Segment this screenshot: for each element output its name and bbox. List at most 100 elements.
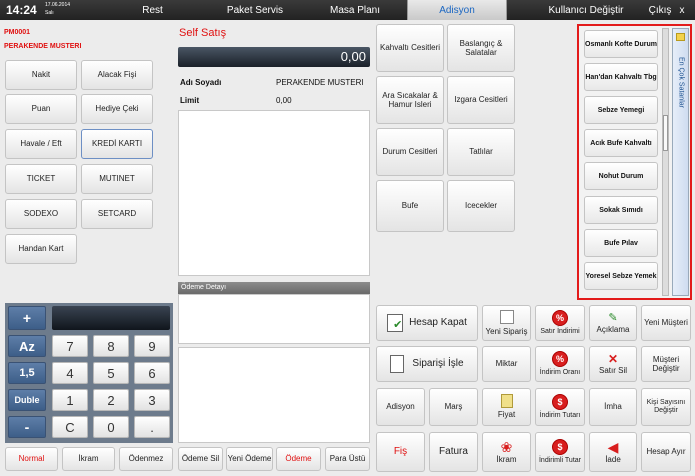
normal-button[interactable]: Normal: [5, 447, 58, 471]
name-value: PERAKENDE MUSTERI: [276, 78, 364, 87]
key-1[interactable]: 1: [52, 389, 88, 411]
user-change-button[interactable]: Kullanıcı Değiştir: [540, 0, 632, 20]
keypad-az[interactable]: Az: [8, 335, 46, 357]
close-icon[interactable]: x: [675, 0, 689, 20]
money-discount-icon: $: [552, 393, 568, 410]
best-seller-item[interactable]: Acık Bufe Kahvaltı: [584, 129, 658, 157]
tab-adisyon[interactable]: Adisyon: [407, 0, 507, 20]
mars-button[interactable]: Marş: [429, 388, 478, 426]
ikram-mode-button[interactable]: İkram: [62, 447, 115, 471]
yeni-siparis-label: Yeni Sipariş: [485, 326, 528, 336]
key-3[interactable]: 3: [134, 389, 170, 411]
key-decimal[interactable]: .: [134, 416, 170, 438]
yeni-siparis-button[interactable]: Yeni Sipariş: [482, 305, 531, 341]
fis-button[interactable]: Fiş: [376, 432, 425, 472]
fatura-button[interactable]: Fatura: [429, 432, 478, 472]
satir-sil-button[interactable]: ✕ Satır Sil: [589, 346, 637, 382]
payment-detail-list[interactable]: [178, 294, 370, 344]
key-9[interactable]: 9: [134, 335, 170, 357]
kisi-sayisi-button[interactable]: Kişi Sayısını Değiştir: [641, 388, 691, 426]
hesap-kapat-label: Hesap Kapat: [409, 317, 467, 329]
key-8[interactable]: 8: [93, 335, 129, 357]
best-seller-item[interactable]: Yoresel Sebze Yemek: [584, 262, 658, 290]
key-2[interactable]: 2: [93, 389, 129, 411]
tab-masa-plani[interactable]: Masa Planı: [305, 0, 405, 20]
best-sellers-side-tab[interactable]: En Çok Satanlar: [672, 28, 689, 296]
best-seller-item[interactable]: Osmanlı Kofte Durum: [584, 30, 658, 58]
pay-alacak-fisi-button[interactable]: Alacak Fişi: [81, 60, 153, 90]
siparisi-isle-button[interactable]: Siparişi İşle: [376, 346, 478, 382]
category-icecekler[interactable]: Icecekler: [447, 180, 515, 232]
ikram-button[interactable]: ❀ İkram: [482, 432, 531, 472]
pay-kredi-karti-button[interactable]: KREDİ KARTI: [81, 129, 153, 159]
fiyat-button[interactable]: Fiyat: [482, 388, 531, 426]
pay-havale-button[interactable]: Havale / Eft: [5, 129, 77, 159]
satir-indirimi-label: Satır İndirimi: [540, 327, 580, 335]
key-clear[interactable]: C: [52, 416, 88, 438]
pay-hediye-ceki-button[interactable]: Hediye Çeki: [81, 94, 153, 124]
indirim-orani-button[interactable]: % İndirim Oranı: [535, 346, 585, 382]
odeme-button[interactable]: Ödeme: [276, 447, 321, 471]
indirim-tutari-button[interactable]: $ İndirim Tutarı: [535, 388, 585, 426]
category-tatlilar[interactable]: Tatlılar: [447, 128, 515, 176]
exit-button[interactable]: Çıkış: [645, 0, 675, 20]
musteri-degistir-button[interactable]: Müşteri Değiştir: [641, 346, 691, 382]
aciklama-button[interactable]: ✎ Açıklama: [589, 305, 637, 341]
best-seller-item[interactable]: Nohut Durum: [584, 162, 658, 190]
clock: 14:24: [6, 3, 37, 17]
key-4[interactable]: 4: [52, 362, 88, 384]
best-seller-item[interactable]: Bufe Pılav: [584, 229, 658, 257]
pay-handan-kart-button[interactable]: Handan Kart: [5, 234, 77, 264]
comment-icon: ✎: [608, 312, 618, 325]
order-list[interactable]: [178, 110, 370, 276]
key-0[interactable]: 0: [93, 416, 129, 438]
pay-sodexo-button[interactable]: SODEXO: [5, 199, 77, 229]
clipboard-check-icon: ✔: [387, 314, 404, 332]
iade-button[interactable]: ◀ İade: [589, 432, 637, 472]
scrollbar-thumb[interactable]: [663, 115, 668, 151]
pay-setcard-button[interactable]: SETCARD: [81, 199, 153, 229]
keypad-display: [52, 306, 170, 330]
pay-nakit-button[interactable]: Nakit: [5, 60, 77, 90]
key-5[interactable]: 5: [93, 362, 129, 384]
pay-mutinet-button[interactable]: MUTINET: [81, 164, 153, 194]
adisyon-button[interactable]: Adisyon: [376, 388, 425, 426]
keypad-qty-button[interactable]: 1,5: [8, 362, 46, 384]
key-7[interactable]: 7: [52, 335, 88, 357]
imha-button[interactable]: İmha: [589, 388, 637, 426]
tab-rest[interactable]: Rest: [100, 0, 205, 20]
para-ustu-button[interactable]: Para Üstü: [325, 447, 370, 471]
category-durum[interactable]: Durum Cesitleri: [376, 128, 444, 176]
odenmez-button[interactable]: Ödenmez: [119, 447, 173, 471]
satir-indirimi-button[interactable]: % Satır İndirimi: [535, 305, 585, 341]
pay-puan-button[interactable]: Puan: [5, 94, 77, 124]
gift-bow-icon: ❀: [500, 439, 513, 456]
key-6[interactable]: 6: [134, 362, 170, 384]
best-sellers-scrollbar[interactable]: [662, 28, 669, 296]
siparisi-isle-label: Siparişi İşle: [412, 358, 464, 370]
price-tag-icon: [500, 394, 513, 409]
miktar-button[interactable]: Miktar: [482, 346, 531, 382]
keypad-minus[interactable]: -: [8, 416, 46, 438]
yeni-odeme-button[interactable]: Yeni Ödeme: [226, 447, 273, 471]
best-seller-item[interactable]: Sokak Sımıdı: [584, 196, 658, 224]
top-bar: 14:24 17.06.2014 Salı Rest Paket Servis …: [0, 0, 695, 20]
category-ara-sicaklar[interactable]: Ara Sıcakalar & Hamur Isleri: [376, 76, 444, 124]
keypad-duble[interactable]: Duble: [8, 389, 46, 411]
best-seller-item[interactable]: Sebze Yemegi: [584, 96, 658, 124]
yeni-musteri-button[interactable]: Yeni Müşteri: [641, 305, 691, 341]
best-seller-item[interactable]: Han'dan Kahvaltı Tbg: [584, 63, 658, 91]
total-amount-display: 0,00: [178, 47, 370, 67]
pay-ticket-button[interactable]: TICKET: [5, 164, 77, 194]
category-baslangic[interactable]: Baslangıç & Salatalar: [447, 24, 515, 72]
hesap-ayir-button[interactable]: Hesap Ayır: [641, 432, 691, 472]
category-kahvalti[interactable]: Kahvaltı Cesitleri: [376, 24, 444, 72]
payment-summary-area[interactable]: [178, 347, 370, 443]
hesap-kapat-button[interactable]: ✔ Hesap Kapat: [376, 305, 478, 341]
category-izgara[interactable]: Izgara Cesitleri: [447, 76, 515, 124]
keypad-plus[interactable]: +: [8, 306, 46, 330]
indirimli-tutar-button[interactable]: $ İndirimli Tutar: [535, 432, 585, 472]
category-bufe[interactable]: Bufe: [376, 180, 444, 232]
odeme-sil-button[interactable]: Ödeme Sil: [178, 447, 223, 471]
tab-paket-servis[interactable]: Paket Servis: [205, 0, 305, 20]
